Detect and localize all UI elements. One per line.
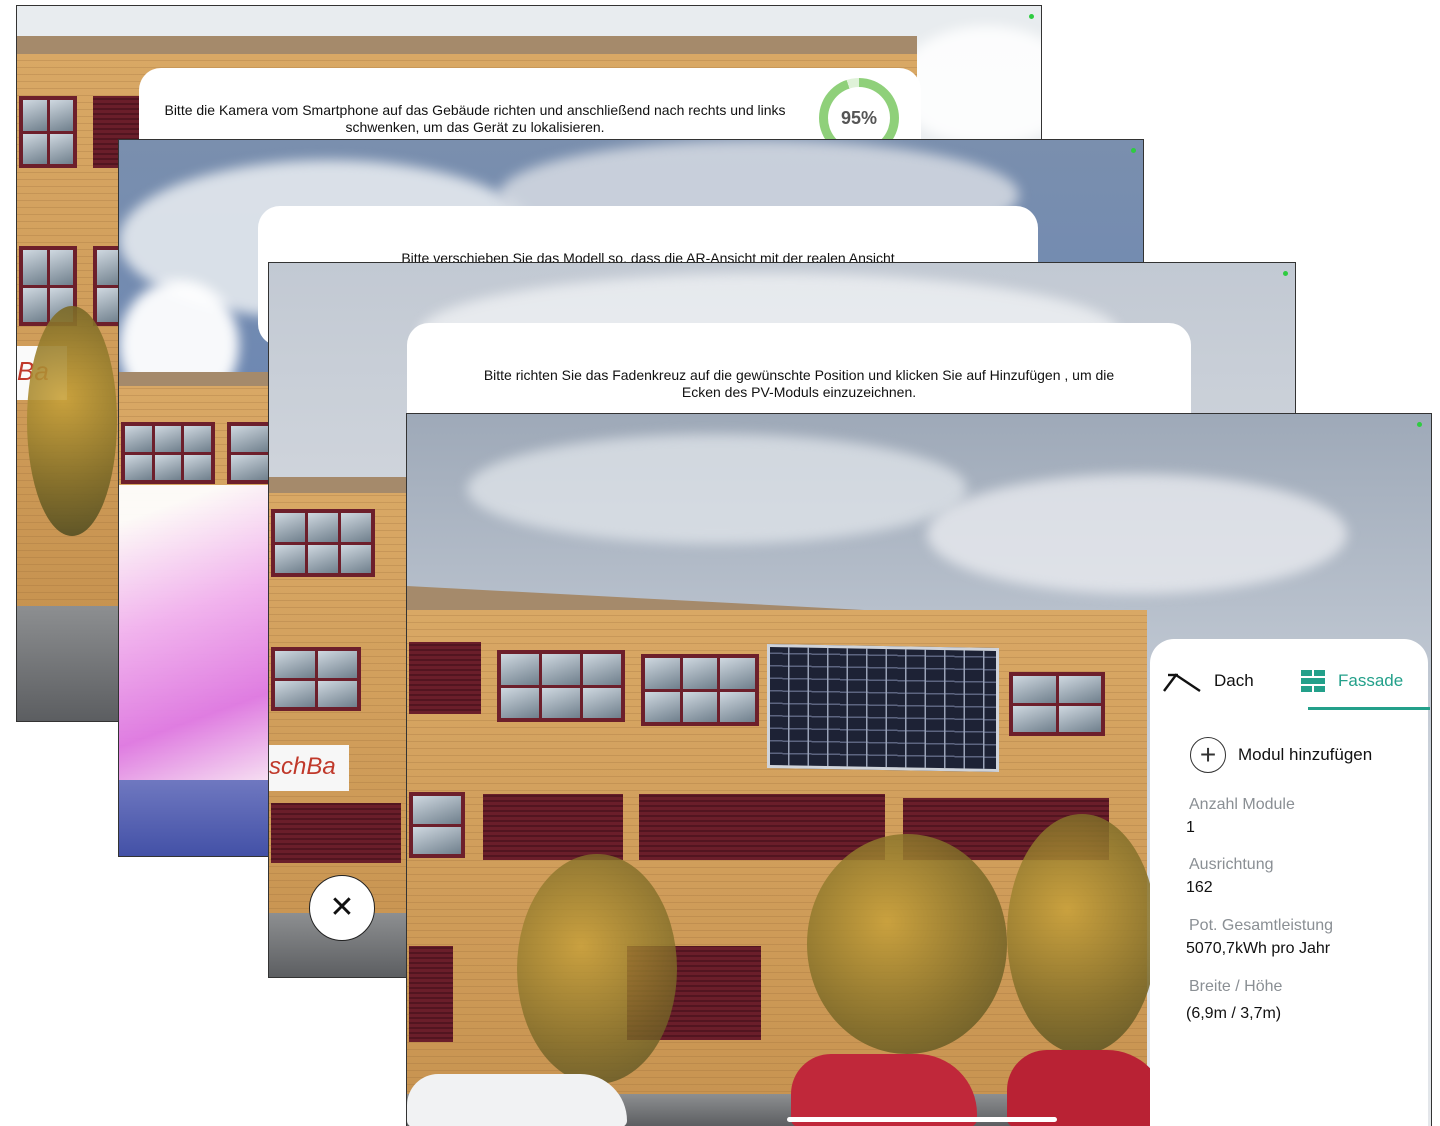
building-window — [121, 422, 215, 484]
building-window — [227, 422, 273, 484]
active-tab-indicator — [1308, 707, 1430, 710]
shop-sign: schBa — [269, 745, 349, 791]
building-window — [271, 647, 361, 711]
field-dimensions: Breite / Höhe (6,9m / 3,7m) — [1186, 978, 1282, 1023]
field-module-count: Anzahl Module 1 — [1186, 796, 1295, 837]
field-total-output: Pot. Gesamtleistung 5070,7kWh pro Jahr — [1186, 917, 1333, 958]
cloud — [927, 474, 1347, 594]
building-window — [19, 96, 77, 168]
window-shutter — [409, 946, 453, 1042]
building-cornice — [269, 477, 419, 493]
home-indicator — [787, 1117, 1057, 1122]
building-window — [641, 654, 759, 726]
building-cornice — [17, 36, 917, 54]
facade-icon — [1301, 670, 1325, 692]
instruction-text: Bitte die Kamera vom Smartphone auf das … — [164, 102, 786, 135]
close-button[interactable]: ✕ — [309, 875, 375, 941]
tab-fassade-label: Fassade — [1338, 671, 1404, 690]
status-dot — [1131, 148, 1136, 153]
plus-icon: + — [1190, 737, 1226, 773]
building-window — [271, 509, 375, 577]
field-value: (6,9m / 3,7m) — [1186, 1005, 1282, 1022]
tree — [1007, 814, 1157, 1054]
status-dot — [1029, 14, 1034, 19]
field-label: Anzahl Module — [1189, 796, 1295, 813]
tab-fassade[interactable]: Fassade — [1300, 669, 1403, 693]
field-orientation: Ausrichtung 162 — [1186, 856, 1274, 897]
field-value: 5070,7kWh pro Jahr — [1186, 940, 1331, 957]
add-module-label: Modul hinzufügen — [1238, 745, 1373, 764]
module-side-panel: Dach Fassade + Modul hinzufügen Anzahl M… — [1150, 639, 1430, 1126]
window-shutter — [271, 803, 401, 863]
building-window — [497, 650, 625, 722]
window-shutter — [639, 794, 885, 860]
ar-model-base — [119, 780, 269, 856]
window-shutter — [483, 794, 623, 860]
tab-dach[interactable]: Dach — [1162, 669, 1254, 693]
roof-icon — [1163, 673, 1201, 692]
car — [407, 1074, 627, 1126]
window-shutter — [409, 642, 481, 714]
field-label: Ausrichtung — [1189, 856, 1274, 873]
street — [17, 606, 127, 721]
add-module-button[interactable]: + Modul hinzufügen — [1190, 737, 1372, 773]
tab-dach-label: Dach — [1214, 671, 1254, 690]
status-dot — [1283, 271, 1288, 276]
tree — [27, 306, 117, 536]
car — [791, 1054, 977, 1126]
screen-module-result: Dach Fassade + Modul hinzufügen Anzahl M… — [406, 413, 1432, 1126]
pv-module — [767, 643, 999, 773]
tree — [517, 854, 677, 1084]
car — [1007, 1050, 1167, 1126]
panel-tabs: Dach Fassade — [1162, 669, 1430, 711]
building-window — [1009, 672, 1105, 736]
ar-model-overlay — [119, 485, 269, 805]
close-icon: ✕ — [329, 891, 355, 924]
building-cornice — [119, 372, 279, 386]
field-value: 1 — [1186, 819, 1195, 836]
status-dot — [1417, 422, 1422, 427]
field-value: 162 — [1186, 879, 1213, 896]
building-window — [409, 792, 465, 858]
field-label: Pot. Gesamtleistung — [1189, 917, 1334, 934]
instruction-text: Bitte richten Sie das Fadenkreuz auf die… — [483, 367, 1115, 400]
tree — [807, 834, 1007, 1054]
cloud — [467, 434, 967, 544]
field-label: Breite / Höhe — [1189, 978, 1283, 995]
